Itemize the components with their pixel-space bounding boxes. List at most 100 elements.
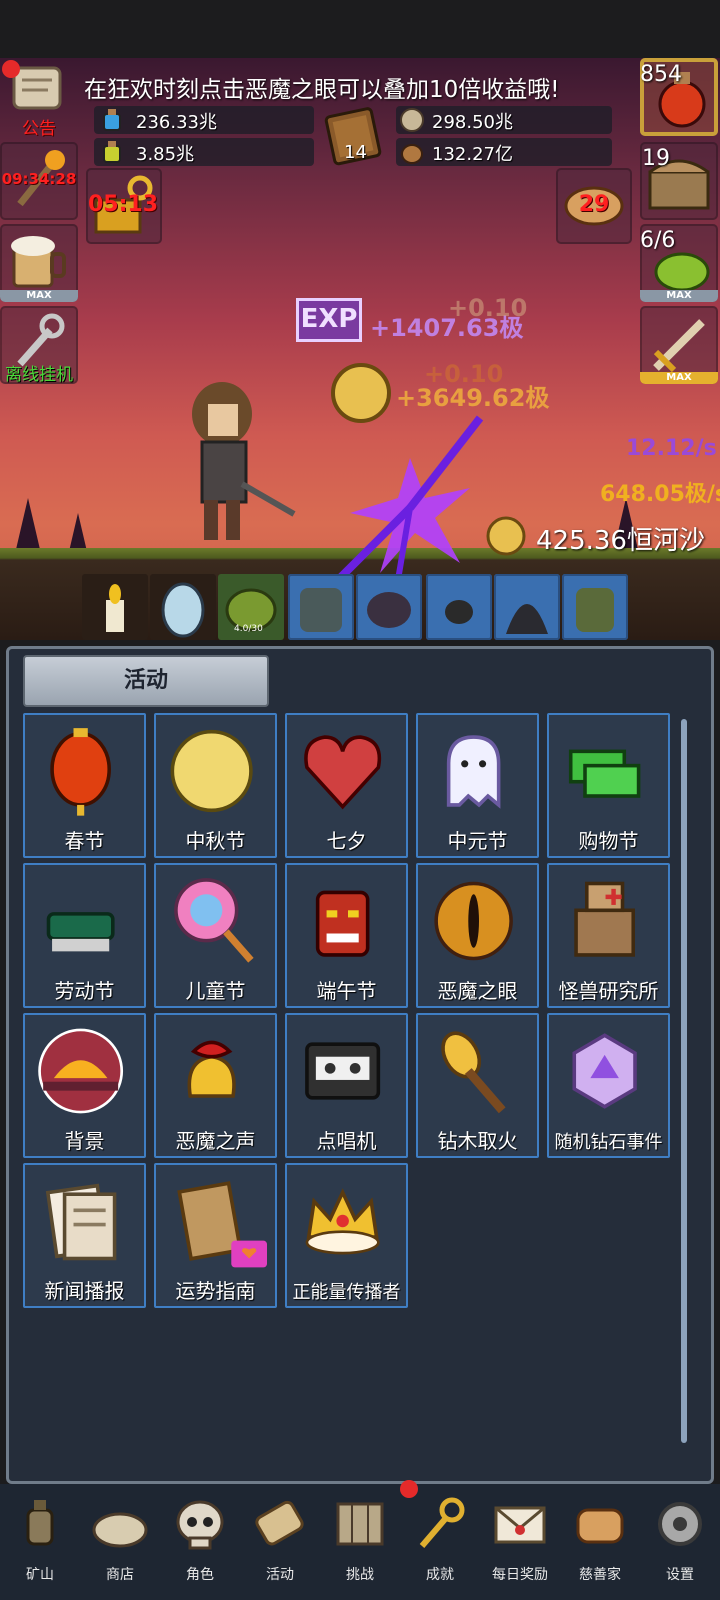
activity-tile[interactable]: 怪兽研究所 (547, 863, 670, 1008)
lantern-icon (50, 728, 111, 816)
activity-tile[interactable]: 随机钻石事件 (547, 1013, 670, 1158)
activity-tile[interactable]: 背景 (23, 1013, 146, 1158)
panel-title: 活动 (23, 655, 269, 707)
chest-timer: 05:13 (88, 192, 159, 217)
fortune-scroll-icon (177, 1181, 267, 1268)
nav-label: 活动 (266, 1567, 294, 1583)
key-chest-button[interactable]: 05:13 (86, 168, 162, 244)
sword-upgrade-button[interactable]: MAX (640, 306, 718, 384)
activity-tile[interactable]: 恶魔之眼 (416, 863, 539, 1008)
nav-label: 设置 (666, 1567, 694, 1583)
potion-count: 854 (640, 62, 682, 87)
bat-icon (367, 592, 411, 628)
ghost-icon (446, 735, 501, 809)
heart-icon (304, 735, 382, 810)
gold-gain-small: +0.10 (424, 360, 504, 388)
activity-tile[interactable]: 恶魔之声 (154, 1013, 277, 1158)
seed-icon (401, 144, 423, 164)
slime-button[interactable]: 6/6 MAX (640, 224, 718, 302)
activity-tile[interactable]: 中秋节 (154, 713, 277, 858)
notice-button[interactable]: 公告 (0, 58, 78, 139)
key-icon (419, 1497, 465, 1548)
activity-tile[interactable]: 儿童节 (154, 863, 277, 1008)
activity-tile[interactable]: 端午节 (285, 863, 408, 1008)
resource-seed: 132.27亿 (396, 138, 612, 166)
brush-icon (46, 912, 115, 952)
nav-item[interactable]: 成就 (400, 1480, 480, 1600)
bread-icon (576, 1508, 624, 1544)
treasure-chest-button[interactable]: 19 (640, 142, 718, 220)
beer-max-badge: MAX (0, 290, 78, 302)
book-count: 14 (344, 142, 367, 163)
activity-tile[interactable]: 正能量传播者 (285, 1163, 408, 1308)
nav-item[interactable]: 商店 (80, 1484, 160, 1600)
bottom-nav: 矿山 商店 角色 活动 挑战 成就 每日奖励 慈善家 设置 (0, 1480, 720, 1600)
bread-button[interactable]: 29 (556, 168, 632, 244)
nav-item[interactable]: 设置 (640, 1484, 720, 1600)
status-bar (0, 0, 720, 58)
offline-idle-button[interactable]: 离线挂机 (0, 306, 78, 385)
gear-icon (658, 1502, 702, 1546)
beer-button[interactable]: MAX (0, 224, 78, 302)
slime-count: 6/6 (640, 228, 676, 253)
bell-icon (187, 1040, 236, 1098)
nav-item[interactable]: 矿山 (0, 1484, 80, 1600)
monster-slot-zombie[interactable] (288, 574, 354, 640)
activity-tile[interactable]: 运势指南 (154, 1163, 277, 1308)
monster-slot-orc[interactable] (562, 574, 628, 640)
game-scene[interactable]: 公告 在狂欢时刻点击恶魔之眼可以叠加10倍收益哦! 236.33兆 3.85兆 … (0, 58, 720, 640)
nav-item[interactable]: 每日奖励 (480, 1484, 560, 1600)
spider-icon (445, 600, 473, 624)
activity-tile-label: 劳动节 (54, 979, 115, 1003)
blue-potion-icon (103, 109, 121, 131)
nav-item[interactable]: 角色 (160, 1484, 240, 1600)
potion-shop-button[interactable]: 854 (640, 58, 718, 136)
silver-coin-icon (400, 108, 424, 132)
monster-slot-slime[interactable]: 4.0/30 (218, 574, 284, 640)
activity-tile-label: 点唱机 (316, 1129, 377, 1153)
activity-tile-label: 购物节 (578, 829, 639, 853)
nav-item[interactable]: 慈善家 (560, 1484, 640, 1600)
resource-silver-coin: 298.50兆 (396, 106, 612, 134)
activity-tile[interactable]: 劳动节 (23, 863, 146, 1008)
activity-tile[interactable]: 购物节 (547, 713, 670, 858)
activity-tile-label: 背景 (64, 1129, 105, 1153)
torch-icon (441, 1031, 506, 1114)
monster-slot-spider[interactable] (426, 574, 492, 640)
monster-slot-reaper[interactable] (494, 574, 560, 640)
exp-badge: EXP (296, 298, 362, 342)
crown-icon (305, 1188, 380, 1255)
activity-tile-label: 随机钻石事件 (554, 1132, 663, 1153)
gold-rate: 648.05极/s (600, 482, 720, 507)
candle-icon (106, 584, 124, 632)
green-potion-value: 3.85兆 (136, 144, 195, 165)
activity-tile[interactable]: 钻木取火 (416, 1013, 539, 1158)
notice-marquee: 在狂欢时刻点击恶魔之眼可以叠加10倍收益哦! (84, 77, 560, 103)
torch-timer-button[interactable]: 09:34:28 (0, 142, 78, 220)
resource-green-potion: 3.85兆 (94, 138, 314, 166)
monster-slot-candle[interactable] (82, 574, 148, 640)
scroll-icon (255, 1500, 304, 1546)
book-button[interactable]: 14 (322, 104, 386, 168)
seed-value: 132.27亿 (432, 144, 513, 165)
nav-label: 商店 (106, 1567, 134, 1583)
nav-item[interactable]: 挑战 (320, 1484, 400, 1600)
green-potion-icon (103, 141, 121, 163)
activity-tile[interactable]: 点唱机 (285, 1013, 408, 1158)
activity-tile-label: 中元节 (447, 829, 508, 853)
activity-tile-label: 恶魔之眼 (437, 979, 518, 1003)
gold-total: 425.36恒河沙 (536, 526, 705, 556)
hero-character[interactable] (182, 374, 302, 554)
activity-tile[interactable]: 七夕 (285, 713, 408, 858)
monster-slot-bat[interactable] (356, 574, 422, 640)
slime-level: 4.0/30 (234, 624, 263, 634)
panel-scrollbar[interactable] (681, 719, 687, 1443)
activity-tile[interactable]: 中元节 (416, 713, 539, 858)
activity-tile[interactable]: 春节 (23, 713, 146, 858)
monster-slot-egg[interactable] (150, 574, 216, 640)
silver-coin-value: 298.50兆 (432, 112, 513, 133)
activity-tile[interactable]: 新闻播报 (23, 1163, 146, 1308)
gold-total-coin-icon (486, 516, 526, 556)
nav-item[interactable]: 活动 (240, 1484, 320, 1600)
bread-count: 29 (578, 192, 610, 217)
